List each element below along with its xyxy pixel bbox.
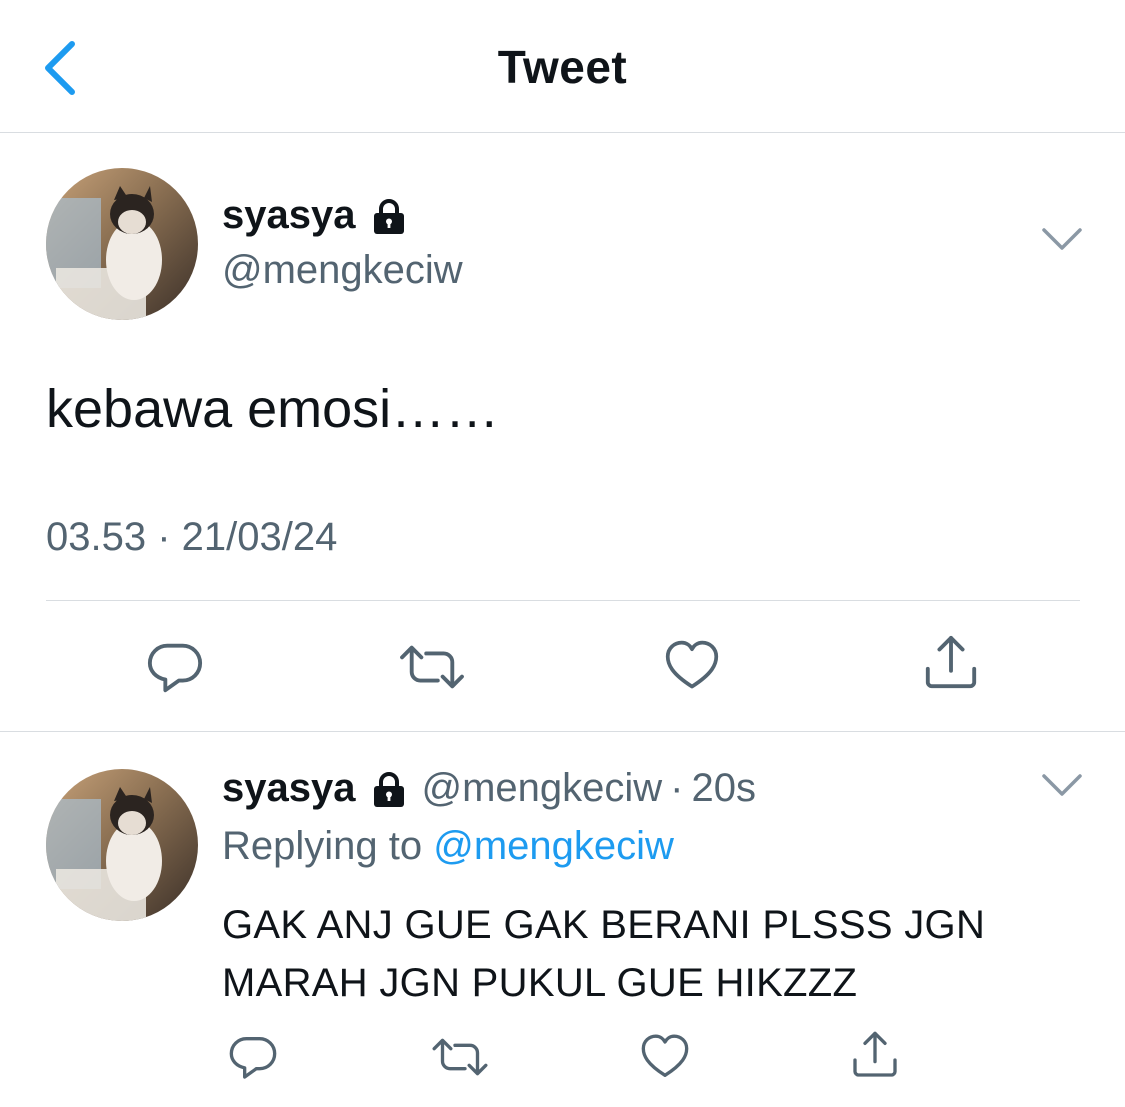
avatar[interactable] [46, 769, 198, 921]
chevron-down-icon[interactable] [1040, 772, 1084, 805]
tweet-text: kebawa emosi…… [46, 379, 500, 439]
replying-to-handle-link[interactable]: @mengkeciw [433, 824, 674, 868]
chevron-down-icon[interactable] [1040, 226, 1084, 259]
replying-to: Replying to @mengkeciw [222, 824, 674, 869]
retweet-icon[interactable] [398, 638, 466, 696]
tweet-divider [46, 600, 1080, 601]
lock-icon [369, 769, 409, 809]
retweet-icon[interactable] [430, 1032, 490, 1082]
share-icon[interactable] [922, 634, 980, 692]
tweet-age: 20s [691, 766, 757, 810]
tweet-timestamp: 03.53 · 21/03/24 [46, 515, 338, 559]
display-name[interactable]: syasya [222, 193, 409, 238]
lock-icon [369, 196, 409, 236]
user-handle[interactable]: @mengkeciw [421, 766, 662, 811]
reply-header: syasya @mengkeciw · 20s [222, 766, 756, 811]
display-name[interactable]: syasya [222, 766, 355, 811]
separator-dot: · [670, 766, 684, 810]
display-name-label: syasya [222, 193, 356, 237]
section-divider [0, 731, 1125, 732]
avatar[interactable] [46, 168, 198, 320]
page-title: Tweet [497, 41, 628, 93]
reply-icon[interactable] [146, 638, 204, 696]
user-handle[interactable]: @mengkeciw [222, 248, 463, 293]
reply-icon[interactable] [228, 1032, 278, 1082]
like-icon[interactable] [640, 1032, 690, 1082]
replying-to-label: Replying to [222, 824, 423, 868]
tweet-text: GAK ANJ GUE GAK BERANI PLSSS JGN MARAH J… [222, 903, 986, 1005]
like-icon[interactable] [664, 638, 720, 694]
share-icon[interactable] [850, 1030, 900, 1080]
header-divider [0, 132, 1125, 133]
